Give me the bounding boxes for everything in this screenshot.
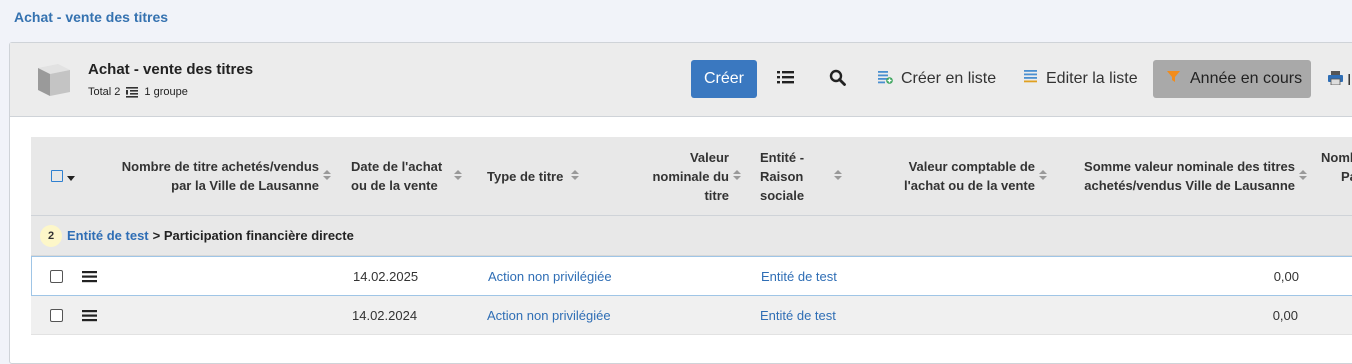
create-button[interactable]: Créer <box>691 60 757 98</box>
edit-list-label: Editer la liste <box>1046 70 1138 87</box>
sort-icon <box>323 169 331 184</box>
row-checkbox[interactable] <box>50 257 63 295</box>
table-row[interactable]: 14.02.2025 Action non privilégiée Entité… <box>31 256 1352 296</box>
filter-icon <box>1167 70 1180 88</box>
header-summary: Total 2 1 groupe <box>88 86 188 98</box>
caret-down-icon[interactable] <box>67 169 75 184</box>
panel-header: Achat - vente des titres Total 2 1 group… <box>10 43 1352 117</box>
group-count-badge: 2 <box>40 224 62 247</box>
sort-icon <box>1039 169 1047 184</box>
edit-list-icon <box>1024 69 1038 89</box>
col-header-count[interactable]: Nombre de titre achetés/vendus par la Vil… <box>91 157 331 195</box>
main-panel: Achat - vente des titres Total 2 1 group… <box>9 42 1352 364</box>
row-sum: 0,00 <box>1272 307 1298 323</box>
print-label: I <box>1347 71 1352 89</box>
create-list-button[interactable]: Créer en liste <box>878 60 996 98</box>
table-header: Nombre de titre achetés/vendus par la Vil… <box>31 137 1352 216</box>
row-type-link[interactable]: Action non privilégiée <box>488 257 612 295</box>
sort-icon <box>454 169 463 184</box>
col-header-sum-nominal[interactable]: Somme valeur nominale des titres achetés/… <box>1061 157 1307 195</box>
col-header-entity[interactable]: Entité - Raison sociale <box>760 148 860 205</box>
col-header-type[interactable]: Type de titre <box>487 167 580 186</box>
sort-icon <box>1299 169 1307 184</box>
select-all-control[interactable] <box>51 137 75 215</box>
year-filter-button[interactable]: Année en cours <box>1153 60 1311 98</box>
row-sum: 0,00 <box>1273 268 1299 284</box>
print-button[interactable]: I <box>1328 71 1351 90</box>
list-view-icon[interactable] <box>777 69 795 90</box>
row-menu-icon[interactable] <box>82 257 97 295</box>
cube-icon <box>34 60 72 103</box>
create-list-label: Créer en liste <box>901 70 997 87</box>
year-filter-label: Année en cours <box>1190 70 1303 87</box>
group-category: > Participation financière directe <box>152 228 354 243</box>
sort-icon <box>733 169 741 184</box>
group-list-icon <box>126 86 139 98</box>
search-icon[interactable] <box>829 69 846 91</box>
sort-icon <box>571 169 580 184</box>
page-title: Achat - vente des titres <box>88 61 254 78</box>
row-entity-link[interactable]: Entité de test <box>761 257 837 295</box>
group-count: 1 groupe <box>144 86 188 98</box>
col-header-truncated[interactable]: NombPa <box>1321 148 1352 186</box>
sort-icon <box>834 169 843 184</box>
select-all-checkbox[interactable] <box>51 170 63 182</box>
row-date: 14.02.2025 <box>353 268 419 284</box>
row-entity-link[interactable]: Entité de test <box>760 296 836 334</box>
breadcrumb[interactable]: Achat - vente des titres <box>14 9 168 25</box>
group-row[interactable]: 2 Entité de test > Participation financi… <box>31 216 1352 256</box>
data-table: Nombre de titre achetés/vendus par la Vil… <box>31 137 1352 335</box>
col-header-date[interactable]: Date de l'achat ou de la vente <box>351 157 463 195</box>
row-menu-icon[interactable] <box>82 296 97 334</box>
row-date: 14.02.2024 <box>352 307 418 323</box>
edit-list-button[interactable]: Editer la liste <box>1024 60 1138 98</box>
create-list-icon <box>878 69 893 89</box>
row-checkbox[interactable] <box>50 296 63 334</box>
col-header-book-value[interactable]: Valeur comptable de l'achat ou de la vent… <box>871 157 1047 195</box>
col-header-nominal[interactable]: Valeur nominale du titre <box>641 148 741 205</box>
row-type-link[interactable]: Action non privilégiée <box>487 296 611 334</box>
total-count: Total 2 <box>88 86 121 98</box>
group-entity-link[interactable]: Entité de test <box>67 228 149 243</box>
table-row[interactable]: 14.02.2024 Action non privilégiée Entité… <box>31 296 1352 335</box>
print-icon <box>1328 71 1343 90</box>
